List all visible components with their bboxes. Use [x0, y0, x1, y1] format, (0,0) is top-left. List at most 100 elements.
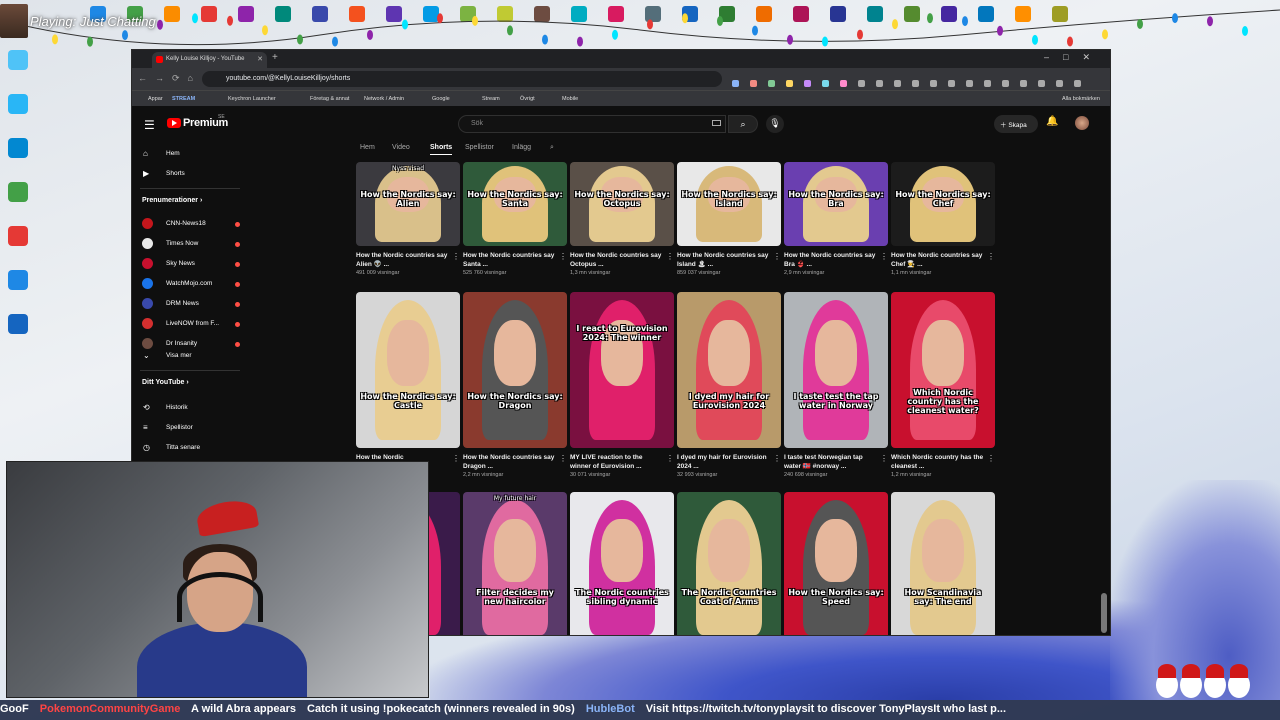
short-title[interactable]: Which Nordic country has the cleanest ..… — [891, 454, 985, 471]
desktop-icon[interactable] — [8, 50, 28, 70]
nav-buttons[interactable]: ←→⟳⌂ — [138, 73, 201, 84]
extension-icon[interactable] — [1038, 80, 1045, 87]
extension-icon[interactable] — [822, 80, 829, 87]
tab-spellistor[interactable]: Spellistor — [465, 144, 494, 151]
desktop-icon[interactable] — [8, 270, 28, 290]
desktop-shortcut-icon[interactable] — [312, 6, 328, 22]
desktop-shortcut-icon[interactable] — [201, 6, 217, 22]
extension-icon[interactable] — [786, 80, 793, 87]
sidebar-channel[interactable]: DRM News — [132, 294, 244, 314]
extension-icon[interactable] — [1020, 80, 1027, 87]
desktop-shortcut-icon[interactable] — [1015, 6, 1031, 22]
desktop-shortcut-icon[interactable] — [756, 6, 772, 22]
sidebar-item-watch-later[interactable]: ◷ Titta senare — [132, 438, 244, 458]
desktop-shortcut-icon[interactable] — [719, 6, 735, 22]
short-title[interactable]: How the Nordic countries say Island 🏝 ..… — [677, 252, 771, 269]
short-title[interactable]: How the Nordic countries say Octopus ... — [570, 252, 664, 269]
desktop-shortcut-icon[interactable] — [164, 6, 180, 22]
more-options-icon[interactable]: ⋮ — [773, 252, 781, 261]
sidebar-item-history[interactable]: ⟲ Historik — [132, 398, 244, 418]
scrollbar[interactable] — [1101, 593, 1107, 633]
desktop-shortcut-icon[interactable] — [571, 6, 587, 22]
tab-inlägg[interactable]: Inlägg — [512, 144, 531, 151]
short-thumbnail[interactable]: How the Nordics say: Island — [677, 162, 781, 246]
menu-icon[interactable]: ☰ — [144, 118, 155, 132]
extension-icon[interactable] — [1002, 80, 1009, 87]
subscriptions-heading[interactable]: Prenumerationer › — [142, 197, 202, 204]
short-thumbnail[interactable]: How the Nordics say: Octopus — [570, 162, 674, 246]
extension-icon[interactable] — [1056, 80, 1063, 87]
tab-hem[interactable]: Hem — [360, 144, 375, 151]
more-options-icon[interactable]: ⋮ — [559, 252, 567, 261]
desktop-shortcut-icon[interactable] — [682, 6, 698, 22]
short-thumbnail[interactable]: How the Nordics say: Santa — [463, 162, 567, 246]
desktop-icon[interactable] — [8, 182, 28, 202]
bell-icon[interactable]: 🔔 — [1046, 116, 1058, 127]
sidebar-channel[interactable]: Times Now — [132, 234, 244, 254]
more-options-icon[interactable]: ⋮ — [880, 252, 888, 261]
desktop-shortcut-icon[interactable] — [645, 6, 661, 22]
extension-icon[interactable] — [930, 80, 937, 87]
account-avatar[interactable] — [1075, 116, 1089, 130]
extension-icon[interactable] — [966, 80, 973, 87]
create-button[interactable]: ＋ Skapa — [994, 115, 1038, 133]
extension-icon[interactable] — [840, 80, 847, 87]
desktop-shortcut-icon[interactable] — [830, 6, 846, 22]
more-options-icon[interactable]: ⋮ — [452, 454, 460, 463]
search-button[interactable]: ⌕ — [728, 115, 758, 133]
more-options-icon[interactable]: ⋮ — [452, 252, 460, 261]
desktop-shortcut-icon[interactable] — [460, 6, 476, 22]
extension-icon[interactable] — [894, 80, 901, 87]
desktop-shortcut-icon[interactable] — [941, 6, 957, 22]
keyboard-icon[interactable] — [712, 120, 721, 126]
short-thumbnail[interactable]: I dyed my hair for Eurovision 2024 — [677, 292, 781, 448]
short-thumbnail[interactable]: How Scandinavia say: The end — [891, 492, 995, 635]
all-bookmarks[interactable]: Alla bokmärken — [1062, 96, 1100, 102]
short-title[interactable]: How the Nordic countries say Santa ... — [463, 252, 557, 269]
extension-icon[interactable] — [984, 80, 991, 87]
extension-icons[interactable] — [732, 74, 1092, 87]
desktop-shortcut-icon[interactable] — [978, 6, 994, 22]
bookmark-item[interactable]: Övrigt — [520, 96, 535, 102]
bookmark-item[interactable]: Keychron Launcher — [228, 96, 276, 102]
short-title[interactable]: How the Nordic countries say Bra 👙 ... — [784, 252, 878, 269]
extension-icon[interactable] — [1074, 80, 1081, 87]
short-thumbnail[interactable]: I taste test the tap water in Norway — [784, 292, 888, 448]
desktop-icon[interactable] — [8, 314, 28, 334]
voice-search-button[interactable]: 🎙 — [766, 115, 784, 133]
desktop-shortcut-icon[interactable] — [534, 6, 550, 22]
more-options-icon[interactable]: ⋮ — [666, 454, 674, 463]
url-field[interactable]: youtube.com/@KellyLouiseKilljoy/shorts — [202, 71, 722, 87]
extension-icon[interactable] — [948, 80, 955, 87]
extension-icon[interactable] — [876, 80, 883, 87]
more-options-icon[interactable]: ⋮ — [880, 454, 888, 463]
short-title[interactable]: How the Nordic countries say Alien 👽 ... — [356, 252, 450, 269]
sidebar-channel[interactable]: LiveNOW from F... — [132, 314, 244, 334]
sidebar-item-shorts[interactable]: ▶ Shorts — [132, 164, 244, 184]
sidebar-channel[interactable]: CNN-News18 — [132, 214, 244, 234]
sidebar-channel[interactable]: WatchMojo.com — [132, 274, 244, 294]
channel-search-icon[interactable]: ⌕ — [550, 144, 554, 152]
extension-icon[interactable] — [750, 80, 757, 87]
bookmark-item[interactable]: Mobile — [562, 96, 578, 102]
desktop-shortcut-icon[interactable] — [867, 6, 883, 22]
show-more-button[interactable]: ⌄ Visa mer — [132, 346, 244, 366]
desktop-shortcut-icon[interactable] — [1052, 6, 1068, 22]
bookmark-item[interactable]: Appar — [148, 96, 163, 102]
short-title[interactable]: I taste test Norwegian tap water 🇳🇴 #nor… — [784, 454, 878, 471]
sidebar-item-playlists[interactable]: ≡ Spellistor — [132, 418, 244, 438]
short-thumbnail[interactable]: I react to Eurovision 2024: The winner — [570, 292, 674, 448]
browser-tab[interactable]: Kelly Louise Killjoy - YouTube ✕ — [152, 52, 267, 68]
extension-icon[interactable] — [768, 80, 775, 87]
bookmark-item[interactable]: Network / Admin — [364, 96, 404, 102]
desktop-shortcut-icon[interactable] — [349, 6, 365, 22]
desktop-icon[interactable] — [8, 138, 28, 158]
more-options-icon[interactable]: ⋮ — [987, 454, 995, 463]
short-thumbnail[interactable]: How the Nordics say: Castle — [356, 292, 460, 448]
desktop-shortcut-icon[interactable] — [238, 6, 254, 22]
desktop-icon[interactable] — [8, 94, 28, 114]
short-thumbnail[interactable]: Which Nordic country has the cleanest wa… — [891, 292, 995, 448]
short-thumbnail[interactable]: The Nordic countries sibling dynamic — [570, 492, 674, 635]
desktop-shortcut-icon[interactable] — [275, 6, 291, 22]
desktop-shortcut-icon[interactable] — [904, 6, 920, 22]
